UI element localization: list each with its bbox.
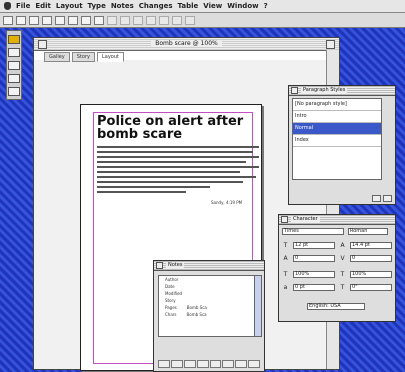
close-box-icon[interactable] <box>281 216 288 223</box>
note-action-icon[interactable] <box>183 360 196 368</box>
document-titlebar[interactable]: Bomb scare @ 100% <box>34 38 339 51</box>
note-tool-icon[interactable] <box>8 61 20 70</box>
font-field[interactable]: Times <box>282 228 344 235</box>
menu-layout[interactable]: Layout <box>56 2 83 10</box>
tab-galley[interactable]: Galley <box>44 52 70 62</box>
close-box-icon[interactable] <box>156 262 163 269</box>
language-field[interactable]: English: USA <box>307 303 365 310</box>
leading-icon: A <box>340 242 345 249</box>
menu-window[interactable]: Window <box>227 2 258 10</box>
list-item[interactable]: Author <box>159 276 254 283</box>
tools-palette <box>6 30 22 100</box>
list-item[interactable]: Story <box>159 297 254 304</box>
open-icon[interactable] <box>16 15 26 25</box>
character-palette: Character Times Roman T 12 pt A 14.4 pt … <box>278 214 396 322</box>
zoom-tool-icon[interactable] <box>8 87 20 96</box>
notes-toolbar <box>158 360 260 368</box>
track-changes-icon[interactable] <box>107 15 117 25</box>
notes-list: Author Date Modified Story Pages Bomb Sca… <box>158 275 255 337</box>
body-text[interactable] <box>97 146 259 196</box>
zoom-box-icon[interactable] <box>326 40 335 49</box>
print-icon[interactable] <box>42 15 52 25</box>
new-doc-icon[interactable] <box>3 15 13 25</box>
horizontal-scale-icon: T <box>340 271 345 278</box>
help-icon[interactable] <box>185 15 195 25</box>
byline: Sandy, 4:19 PM <box>211 200 243 205</box>
menu-bar: File Edit Layout Type Notes Changes Tabl… <box>0 0 405 13</box>
menu-view[interactable]: View <box>203 2 222 10</box>
font-size-field[interactable]: 12 pt <box>293 242 335 249</box>
prev-change-icon[interactable] <box>146 15 156 25</box>
notes-palette: Notes Author Date Modified Story Pages Bo… <box>153 260 265 372</box>
font-style-field[interactable]: Roman <box>348 228 388 235</box>
paragraph-styles-titlebar[interactable]: Paragraph Styles <box>289 86 395 96</box>
skew-icon: T <box>340 284 345 291</box>
style-item[interactable]: [No paragraph style] <box>293 99 381 111</box>
palette-footer <box>292 195 392 202</box>
headline[interactable]: Police on alert after bomb scare <box>97 115 257 141</box>
note-action-icon[interactable] <box>158 360 170 368</box>
list-item[interactable]: Modified <box>159 290 254 297</box>
menu-table[interactable]: Table <box>178 2 199 10</box>
style-item[interactable]: Index <box>293 135 381 147</box>
style-item[interactable]: Intro <box>293 111 381 123</box>
toolbar <box>0 13 405 28</box>
vertical-scale-field[interactable]: 100% <box>293 271 335 278</box>
tab-story[interactable]: Story <box>71 52 95 62</box>
menu-notes[interactable]: Notes <box>111 2 134 10</box>
note-action-icon[interactable] <box>209 360 222 368</box>
list-item[interactable]: Chars Bomb Sca <box>159 311 254 318</box>
note-action-icon[interactable] <box>196 360 209 368</box>
note-action-icon[interactable] <box>222 360 235 368</box>
hand-tool-icon[interactable] <box>8 74 20 83</box>
character-titlebar[interactable]: Character <box>279 215 395 225</box>
save-icon[interactable] <box>29 15 39 25</box>
list-item[interactable]: Date <box>159 283 254 290</box>
reject-change-icon[interactable] <box>133 15 143 25</box>
baseline-shift-field[interactable]: 0 pt <box>293 284 335 291</box>
delete-style-icon[interactable] <box>383 195 392 202</box>
type-icon[interactable] <box>68 15 78 25</box>
tab-layout[interactable]: Layout <box>96 52 124 62</box>
kerning-icon: V <box>340 255 345 262</box>
list-item[interactable]: Pages Bomb Sca <box>159 304 254 311</box>
note-action-icon[interactable] <box>235 360 248 368</box>
skew-field[interactable]: 0° <box>350 284 392 291</box>
tracking-icon: A <box>283 255 288 262</box>
tracking-field[interactable]: 0 <box>293 255 335 262</box>
apple-icon[interactable] <box>4 2 11 10</box>
note-action-icon[interactable] <box>170 360 183 368</box>
baseline-shift-icon: a <box>283 284 288 291</box>
selection-tool-icon[interactable] <box>8 35 20 44</box>
paragraph-styles-palette: Paragraph Styles [No paragraph style] In… <box>288 85 396 205</box>
document-title: Bomb scare @ 100% <box>151 40 222 47</box>
vertical-scale-icon: T <box>283 271 288 278</box>
note-icon[interactable] <box>172 15 182 25</box>
style-item-selected[interactable]: Normal <box>293 123 381 135</box>
menu-edit[interactable]: Edit <box>35 2 51 10</box>
notes-scrollbar[interactable] <box>254 275 262 337</box>
type-tool-icon[interactable] <box>8 48 20 57</box>
kerning-field[interactable]: 0 <box>350 255 392 262</box>
zoom-icon[interactable] <box>94 15 104 25</box>
horizontal-scale-field[interactable]: 100% <box>350 271 392 278</box>
new-style-icon[interactable] <box>372 195 381 202</box>
menu-file[interactable]: File <box>16 2 30 10</box>
view-tabs: Galley Story Layout <box>44 52 124 62</box>
style-list: [No paragraph style] Intro Normal Index <box>292 98 382 180</box>
menu-help[interactable]: ? <box>264 2 268 10</box>
find-icon[interactable] <box>81 15 91 25</box>
next-change-icon[interactable] <box>159 15 169 25</box>
close-box-icon[interactable] <box>291 87 298 94</box>
menu-type[interactable]: Type <box>88 2 106 10</box>
leading-field[interactable]: 14.4 pt <box>350 242 392 249</box>
accept-change-icon[interactable] <box>120 15 130 25</box>
font-size-icon: T <box>283 242 288 249</box>
menu-changes[interactable]: Changes <box>139 2 173 10</box>
note-action-icon[interactable] <box>248 360 260 368</box>
close-box-icon[interactable] <box>38 40 47 49</box>
spell-check-icon[interactable] <box>55 15 65 25</box>
notes-titlebar[interactable]: Notes <box>154 261 264 271</box>
